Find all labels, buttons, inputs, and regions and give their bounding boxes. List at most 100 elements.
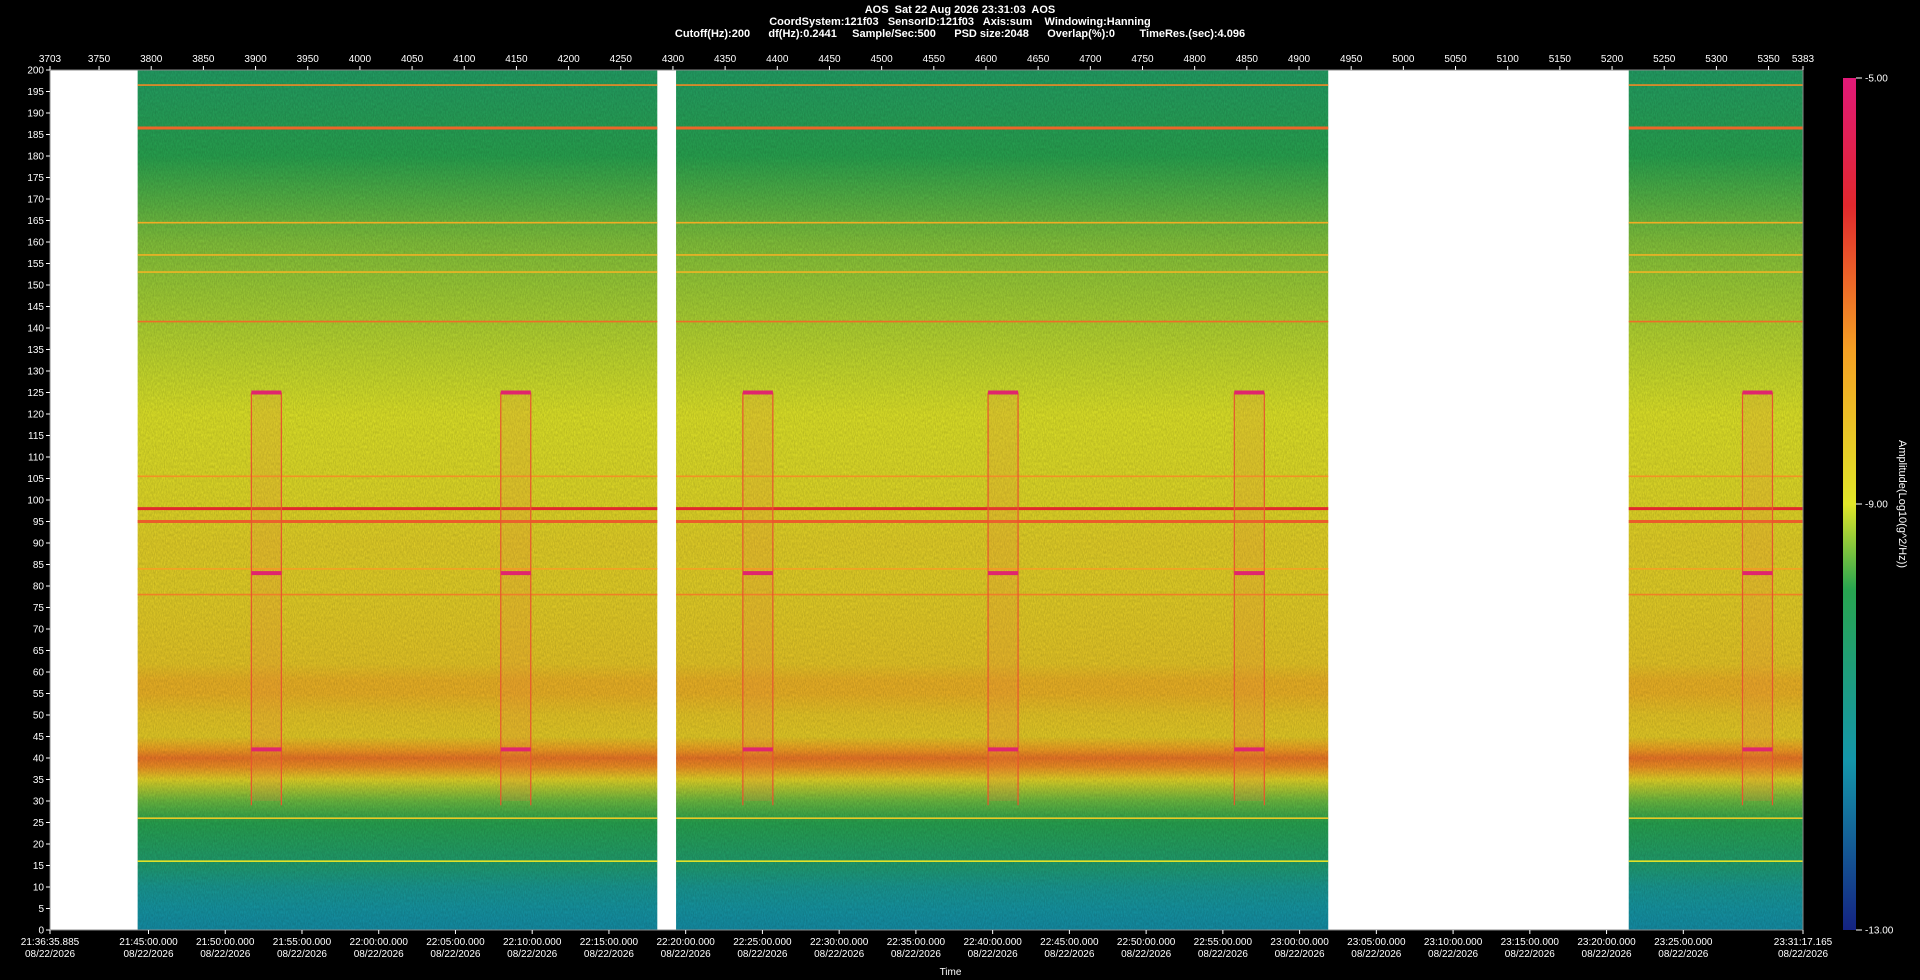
colorbar (1843, 78, 1856, 930)
event-tone (988, 747, 1019, 752)
event-tone (1234, 747, 1265, 752)
event-tone (251, 747, 282, 752)
frame-tick-label: 4400 (766, 54, 789, 65)
frame-tick-label: 4050 (401, 54, 424, 65)
frame-tick-label: 4250 (610, 54, 633, 65)
frame-tick-label: 3800 (140, 54, 163, 65)
frame-tick-label: 5150 (1549, 54, 1572, 65)
y-tick-label: 140 (27, 324, 44, 335)
frame-tick-label: 3950 (297, 54, 320, 65)
event-band (251, 392, 282, 801)
y-tick-label: 70 (33, 625, 45, 636)
frame-tick-label: 5300 (1705, 54, 1728, 65)
frame-tick-label: 5250 (1653, 54, 1676, 65)
time-tick-date: 08/22/2026 (1198, 949, 1248, 960)
y-tick-label: 90 (33, 539, 45, 550)
y-tick-label: 10 (33, 883, 45, 894)
spectrogram-texture-3 (1628, 70, 1803, 930)
frame-tick-label: 4500 (871, 54, 894, 65)
time-tick-date: 08/22/2026 (354, 949, 404, 960)
event-tone (1742, 390, 1773, 395)
time-tick-label: 21:45:00.000 (119, 937, 178, 948)
time-tick-date: 08/22/2026 (430, 949, 480, 960)
time-tick-date: 08/22/2026 (277, 949, 327, 960)
event-band (1234, 392, 1265, 801)
y-tick-label: 15 (33, 861, 45, 872)
time-tick-date: 08/22/2026 (123, 949, 173, 960)
time-tick-date: 08/22/2026 (1351, 949, 1401, 960)
event-tone (500, 747, 531, 752)
frame-tick-label: 4450 (818, 54, 841, 65)
y-tick-label: 155 (27, 259, 44, 270)
time-tick-label: 23:15:00.000 (1501, 937, 1560, 948)
y-tick-label: 185 (27, 130, 44, 141)
frame-tick-label: 5200 (1601, 54, 1624, 65)
frame-tick-label: 4100 (453, 54, 476, 65)
frame-tick-label: 4150 (505, 54, 528, 65)
y-tick-label: 0 (38, 926, 44, 937)
time-tick-label: 23:00:00.000 (1270, 937, 1329, 948)
frame-tick-label: 4200 (557, 54, 580, 65)
frame-tick-label: 4900 (1288, 54, 1311, 65)
time-tick-label: 23:20:00.000 (1577, 937, 1636, 948)
y-tick-label: 105 (27, 474, 44, 485)
event-tone (742, 390, 773, 395)
colorbar-tick-label: -9.00 (1865, 500, 1888, 511)
time-tick-label: 21:50:00.000 (196, 937, 255, 948)
y-tick-label: 175 (27, 173, 44, 184)
y-tick-label: 120 (27, 410, 44, 421)
time-tick-label: 22:05:00.000 (426, 937, 485, 948)
y-tick-label: 60 (33, 668, 45, 679)
y-tick-label: 40 (33, 754, 45, 765)
event-tone (742, 747, 773, 752)
event-tone (742, 571, 773, 576)
colorbar-tick-label: -13.00 (1865, 926, 1894, 937)
event-tone (1234, 571, 1265, 576)
frame-tick-label: 3750 (88, 54, 111, 65)
frame-tick-label: 4800 (1184, 54, 1207, 65)
event-band (500, 392, 531, 801)
time-tick-date: 08/22/2026 (1778, 949, 1828, 960)
spectrogram-texture-1 (137, 70, 658, 930)
y-tick-label: 85 (33, 560, 45, 571)
frame-tick-label: 3850 (192, 54, 215, 65)
y-tick-label: 45 (33, 732, 45, 743)
time-tick-date: 08/22/2026 (584, 949, 634, 960)
event-band (988, 392, 1019, 801)
frame-tick-label: 4650 (1027, 54, 1050, 65)
y-tick-label: 100 (27, 496, 44, 507)
y-tick-label: 180 (27, 152, 44, 163)
frame-tick-label: 4550 (923, 54, 946, 65)
time-tick-label: 21:36:35.885 (21, 937, 80, 948)
time-tick-label: 21:55:00.000 (273, 937, 332, 948)
time-tick-date: 08/22/2026 (891, 949, 941, 960)
time-tick-label: 22:25:00.000 (733, 937, 792, 948)
y-tick-label: 145 (27, 302, 44, 313)
y-tick-label: 165 (27, 216, 44, 227)
time-tick-label: 22:50:00.000 (1117, 937, 1176, 948)
event-tone (500, 390, 531, 395)
frame-tick-label: 3703 (39, 54, 62, 65)
event-tone (988, 571, 1019, 576)
time-tick-date: 08/22/2026 (737, 949, 787, 960)
colorbar-label: Amplitude(Log10(g^2/Hz)) (1896, 440, 1908, 569)
frame-tick-label: 5100 (1497, 54, 1520, 65)
y-tick-label: 80 (33, 582, 45, 593)
y-tick-label: 20 (33, 840, 45, 851)
y-tick-label: 65 (33, 646, 45, 657)
time-tick-label: 22:10:00.000 (503, 937, 562, 948)
frame-tick-label: 4950 (1340, 54, 1363, 65)
event-tone (251, 571, 282, 576)
time-tick-date: 08/22/2026 (1428, 949, 1478, 960)
y-tick-label: 195 (27, 87, 44, 98)
time-tick-label: 22:30:00.000 (810, 937, 869, 948)
y-tick-label: 75 (33, 603, 45, 614)
time-tick-label: 22:20:00.000 (656, 937, 715, 948)
x-axis-label: Time (940, 967, 962, 978)
frame-tick-label: 4850 (1236, 54, 1259, 65)
time-tick-date: 08/22/2026 (1044, 949, 1094, 960)
colorbar-tick-label: -5.00 (1865, 74, 1888, 85)
y-tick-label: 190 (27, 109, 44, 120)
time-tick-label: 22:55:00.000 (1194, 937, 1253, 948)
y-tick-label: 150 (27, 281, 44, 292)
